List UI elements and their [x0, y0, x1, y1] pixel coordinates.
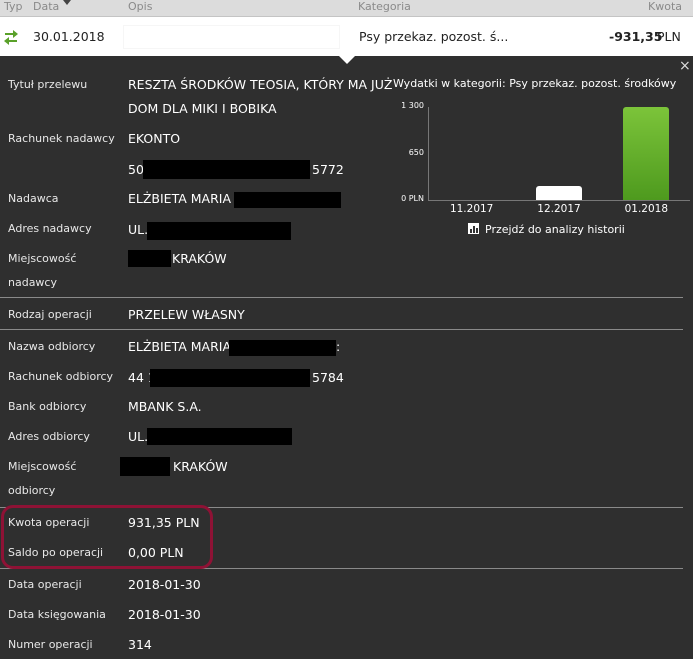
redaction-bar: [147, 428, 292, 445]
table-header: Typ Data Opis Kategoria Kwota: [0, 0, 693, 17]
history-analysis-label: Przejdź do analizy historii: [485, 223, 625, 236]
divider: [0, 297, 683, 298]
chart-x-axis: [428, 200, 690, 201]
chart-title: Wydatki w kategorii: Psy przekaz. pozost…: [393, 77, 677, 90]
divider: [0, 329, 683, 330]
recipient-city-label-1: Miejscowość: [8, 460, 77, 473]
sender-account-end: 5772: [312, 162, 344, 177]
title-line2: DOM DLA MIKI I BOBIKA: [128, 101, 277, 116]
booking-date-label: Data księgowania: [8, 608, 106, 621]
recipient-bank-label: Bank odbiorcy: [8, 400, 87, 413]
redaction-bar: [150, 369, 310, 387]
close-icon[interactable]: ×: [679, 58, 691, 74]
expand-pointer: [339, 56, 355, 64]
chart-y-tick: 0 PLN: [401, 194, 424, 203]
chart-x-tick: 01.2018: [624, 203, 669, 215]
transfer-icon: [4, 30, 18, 45]
redaction-bar: [234, 192, 341, 208]
col-typ[interactable]: Typ: [4, 0, 23, 14]
bar-chart-icon: [468, 223, 479, 234]
sender-city-label-1: Miejscowość: [8, 252, 77, 265]
sender-label: Nadawca: [8, 192, 59, 205]
row-currency: PLN: [657, 29, 681, 44]
redaction-bar: [143, 160, 310, 179]
redaction-bar: [128, 250, 171, 267]
recipient-name-label: Nazwa odbiorcy: [8, 340, 96, 353]
recipient-account-end: 5784: [312, 370, 344, 385]
operation-date-label: Data operacji: [8, 578, 82, 591]
chart-bar[interactable]: [536, 186, 582, 200]
col-data-label: Data: [33, 0, 60, 13]
chart-x-tick: 12.2017: [537, 203, 581, 215]
chart-y-axis: [428, 107, 429, 200]
col-kategoria[interactable]: Kategoria: [358, 0, 411, 14]
recipient-name: ELŻBIETA MARIA: [128, 339, 232, 354]
sender-address-label: Adres nadawcy: [8, 222, 92, 235]
chart-bar[interactable]: [623, 107, 670, 200]
operation-number: 314: [128, 637, 152, 652]
operation-type: PRZELEW WŁASNY: [128, 307, 245, 322]
title-label: Tytuł przelewu: [8, 78, 88, 91]
title-line1: RESZTA ŚRODKÓW TEOSIA, KTÓRY MA JUŻ: [128, 77, 393, 92]
col-kwota[interactable]: Kwota: [648, 0, 682, 14]
table-row[interactable]: 30.01.2018 Psy przekaz. pozost. ś... -93…: [0, 17, 693, 56]
recipient-city-label-2: odbiorcy: [8, 484, 56, 497]
row-date: 30.01.2018: [33, 29, 105, 44]
row-amount: -931,35: [609, 29, 663, 44]
sort-desc-icon: [63, 0, 72, 5]
recipient-city: KRAKÓW: [173, 459, 228, 474]
sender-name: ELŻBIETA MARIA M: [128, 191, 246, 206]
sender-account-label: Rachunek nadawcy: [8, 132, 115, 145]
sender-city-label-2: nadawcy: [8, 276, 57, 289]
operation-date: 2018-01-30: [128, 577, 201, 592]
recipient-name-tail: :: [336, 339, 341, 354]
chart-y-tick: 1 300: [401, 101, 424, 110]
sender-account-start: 50: [128, 162, 144, 177]
recipient-account-label: Rachunek odbiorcy: [8, 370, 114, 383]
col-data[interactable]: Data: [33, 0, 72, 14]
redaction-bar: [120, 457, 170, 476]
row-category: Psy przekaz. pozost. ś...: [359, 29, 509, 44]
chart-y-tick: 650: [408, 147, 424, 157]
recipient-address-label: Adres odbiorcy: [8, 430, 90, 443]
chart-x-tick: 11.2017: [449, 203, 494, 215]
recipient-bank: MBANK S.A.: [128, 399, 202, 414]
operation-type-label: Rodzaj operacji: [8, 308, 92, 321]
col-opis[interactable]: Opis: [128, 0, 152, 14]
sender-city: KRAKÓW: [172, 251, 227, 266]
sender-account-name: EKONTO: [128, 131, 181, 146]
highlight-annotation: [1, 505, 213, 569]
operation-number-label: Numer operacji: [8, 638, 93, 651]
description-redacted: [124, 26, 339, 48]
redaction-bar: [229, 340, 336, 356]
redaction-bar: [147, 222, 291, 240]
history-analysis-link[interactable]: Przejdź do analizy historii: [468, 223, 625, 236]
booking-date: 2018-01-30: [128, 607, 201, 622]
